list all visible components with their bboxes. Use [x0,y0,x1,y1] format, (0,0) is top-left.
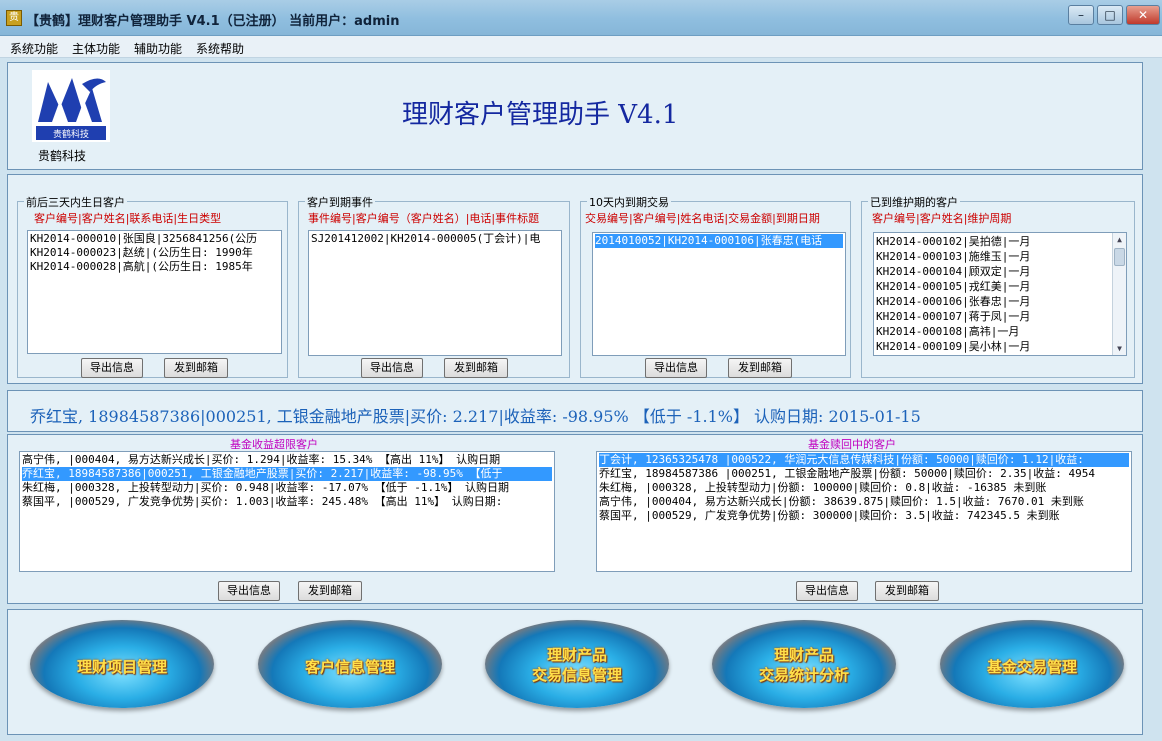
nav-fund-trade-label: 基金交易管理 [986,658,1077,676]
window-title: 【贵鹤】理财客户管理助手 V4.1（已注册） 当前用户：admin [26,14,400,29]
menu-help[interactable]: 系统帮助 [196,40,244,57]
events-title: 客户到期事件 [305,194,375,210]
list-item[interactable]: 乔红宝, 18984587386 |000251, 工银金融地产股票|份额: 5… [599,467,1129,481]
trades-email-button[interactable]: 发到邮箱 [728,358,792,378]
fund-over-export-button[interactable]: 导出信息 [218,581,280,601]
maintenance-title: 已到维护期的客户 [868,194,960,210]
nav-customers-button[interactable]: 客户信息管理 [258,620,442,708]
list-item[interactable]: KH2014-000103|施维玉|一月 [876,249,1124,264]
events-list[interactable]: SJ201412002|KH2014-000005(丁会计)|电 [308,230,562,356]
nav-customers-label: 客户信息管理 [304,658,395,676]
scroll-down-icon[interactable]: ▼ [1113,342,1126,355]
list-item[interactable]: 丁会计, 12365325478 |000522, 华润元大信息传媒科技|份额:… [599,453,1129,467]
list-item[interactable]: KH2014-000102|吴拍德|一月 [876,234,1124,249]
nav-trade-stats-label-1: 理财产品 [773,646,834,664]
fund-redeem-email-button[interactable]: 发到邮箱 [875,581,939,601]
list-item[interactable]: KH2014-000104|顾双定|一月 [876,264,1124,279]
list-item[interactable]: KH2014-000108|高祎|一月 [876,324,1124,339]
nav-trade-stats-label-2: 交易统计分析 [758,666,849,684]
list-item[interactable]: 高宁伟, |000404, 易方达新兴成长|份额: 38639.875|赎回价:… [599,495,1129,509]
maintenance-scrollbar[interactable]: ▲ ▼ [1112,233,1126,355]
minimize-button[interactable]: – [1068,5,1094,25]
selected-fund-info: 乔红宝, 18984587386|000251, 工银金融地产股票|买价: 2.… [30,407,921,426]
events-group: 客户到期事件 事件编号|客户编号（客户姓名）|电话|事件标题 SJ2014120… [298,194,570,378]
maintenance-list[interactable]: KH2014-000102|吴拍德|一月 KH2014-000103|施维玉|一… [873,232,1127,356]
trades-title: 10天内到期交易 [587,194,671,210]
close-button[interactable]: ✕ [1126,5,1160,25]
nav-projects-button[interactable]: 理财项目管理 [30,620,214,708]
menu-assist[interactable]: 辅助功能 [134,40,182,57]
birthday-title: 前后三天内生日客户 [24,194,127,210]
nav-trade-stats-button[interactable]: 理财产品 交易统计分析 [712,620,896,708]
fund-redeem-export-button[interactable]: 导出信息 [796,581,858,601]
title-bar: 贵 【贵鹤】理财客户管理助手 V4.1（已注册） 当前用户：admin – □ … [0,0,1162,36]
trades-columns: 交易编号|客户编号|姓名电话|交易金额|到期日期 [585,212,820,225]
trades-group: 10天内到期交易 交易编号|客户编号|姓名电话|交易金额|到期日期 201401… [580,194,851,378]
logo-text: 贵鹤科技 [53,128,89,140]
list-item[interactable]: 2014010052|KH2014-000106|张春忠(电话 [595,234,843,248]
birthday-export-button[interactable]: 导出信息 [81,358,143,378]
list-item[interactable]: 乔红宝, 18984587386|000251, 工银金融地产股票|买价: 2.… [22,467,552,481]
birthday-columns: 客户编号|客户姓名|联系电话|生日类型 [34,212,222,225]
list-item[interactable]: 蔡国平, |000529, 广发竞争优势|买价: 1.003|收益率: 245.… [22,495,552,509]
company-name: 贵鹤科技 [38,149,87,163]
maximize-button[interactable]: □ [1097,5,1123,25]
birthday-group: 前后三天内生日客户 客户编号|客户姓名|联系电话|生日类型 KH2014-000… [17,194,288,378]
nav-fund-trade-button[interactable]: 基金交易管理 [940,620,1124,708]
trades-export-button[interactable]: 导出信息 [645,358,707,378]
list-item[interactable]: KH2014-000107|蒋于凤|一月 [876,309,1124,324]
events-columns: 事件编号|客户编号（客户姓名）|电话|事件标题 [308,212,540,225]
maintenance-group: 已到维护期的客户 客户编号|客户姓名|维护周期 KH2014-000102|吴拍… [861,194,1135,378]
nav-trade-info-label-1: 理财产品 [546,646,607,664]
trades-list[interactable]: 2014010052|KH2014-000106|张春忠(电话 [592,232,846,356]
birthday-email-button[interactable]: 发到邮箱 [164,358,228,378]
app-icon[interactable]: 贵 [6,10,22,26]
scroll-thumb[interactable] [1114,248,1125,266]
list-item[interactable]: 朱红梅, |000328, 上投转型动力|份额: 100000|赎回价: 0.8… [599,481,1129,495]
birthday-list[interactable]: KH2014-000010|张国良|3256841256(公历 KH2014-0… [27,230,282,354]
scroll-up-icon[interactable]: ▲ [1113,233,1126,246]
maintenance-columns: 客户编号|客户姓名|维护周期 [872,212,1012,225]
menu-system[interactable]: 系统功能 [10,40,58,57]
list-item[interactable]: KH2014-000106|张春忠|一月 [876,294,1124,309]
fund-over-list[interactable]: 高宁伟, |000404, 易方达新兴成长|买价: 1.294|收益率: 15.… [19,451,555,572]
app-heading: 理财客户管理助手 V4.1 [402,100,679,130]
fund-redeem-title: 基金赎回中的客户 [808,438,896,451]
list-item[interactable]: 蔡国平, |000529, 广发竞争优势|份额: 300000|赎回价: 3.5… [599,509,1129,523]
list-item[interactable]: SJ201412002|KH2014-000005(丁会计)|电 [311,232,559,246]
list-item[interactable]: KH2014-000028|高航|(公历生日: 1985年 [30,260,279,274]
company-logo: 贵鹤科技 [32,70,110,142]
events-email-button[interactable]: 发到邮箱 [444,358,508,378]
list-item[interactable]: KH2014-000109|吴小林|一月 [876,339,1124,354]
list-item[interactable]: 朱红梅, |000328, 上投转型动力|买价: 0.948|收益率: -17.… [22,481,552,495]
events-export-button[interactable]: 导出信息 [361,358,423,378]
nav-trade-info-label-2: 交易信息管理 [531,666,622,684]
list-item[interactable]: KH2014-000105|戎红美|一月 [876,279,1124,294]
list-item[interactable]: KH2014-000010|张国良|3256841256(公历 [30,232,279,246]
list-item[interactable]: KH2014-000023|赵统|(公历生日: 1990年 [30,246,279,260]
list-item[interactable]: 高宁伟, |000404, 易方达新兴成长|买价: 1.294|收益率: 15.… [22,453,552,467]
fund-over-email-button[interactable]: 发到邮箱 [298,581,362,601]
menu-main[interactable]: 主体功能 [72,40,120,57]
nav-trade-info-button[interactable]: 理财产品 交易信息管理 [485,620,669,708]
fund-redeem-list[interactable]: 丁会计, 12365325478 |000522, 华润元大信息传媒科技|份额:… [596,451,1132,572]
menu-bar: 系统功能 主体功能 辅助功能 系统帮助 [0,36,1162,58]
nav-projects-label: 理财项目管理 [76,658,167,676]
fund-over-title: 基金收益超限客户 [230,438,318,451]
